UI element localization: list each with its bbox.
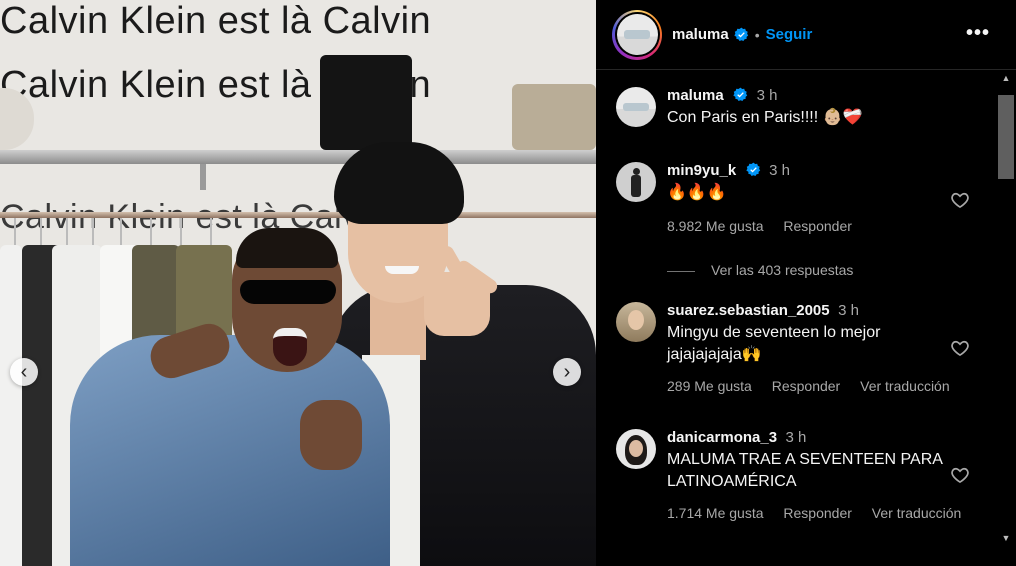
reply-button[interactable]: Responder	[783, 218, 852, 234]
heart-icon[interactable]	[950, 190, 970, 210]
hanger	[92, 218, 94, 248]
separator-dot: •	[754, 26, 760, 43]
open-mouth	[273, 328, 307, 366]
like-count[interactable]: 1.714 Me gusta	[667, 505, 764, 521]
hanger	[180, 218, 182, 248]
like-count[interactable]: 289 Me gusta	[667, 378, 752, 394]
person-smile	[385, 266, 419, 274]
avatar[interactable]	[616, 87, 656, 127]
comment-text: 🔥🔥🔥	[667, 184, 727, 201]
comment-username[interactable]: danicarmona_3	[667, 429, 777, 446]
comment-text: MALUMA TRAE A SEVENTEEN PARA LATINOAMÉRI…	[667, 451, 943, 490]
avatar[interactable]	[616, 302, 656, 342]
bag	[512, 84, 596, 150]
follow-button[interactable]: Seguir	[766, 26, 813, 43]
post-details-panel: maluma • Seguir ••• maluma 3 h Con Paris…	[596, 0, 1016, 566]
scroll-up-icon[interactable]: ▲	[996, 71, 1016, 85]
carousel-prev-button[interactable]: ‹	[10, 358, 38, 386]
comments-list[interactable]: maluma 3 h Con Paris en Paris!!!! 👶🏼❤️‍🩹…	[596, 71, 996, 547]
comment-time[interactable]: 3 h	[769, 162, 790, 179]
scroll-thumb[interactable]	[998, 95, 1014, 179]
comments-scrollbar[interactable]: ▲ ▼	[996, 71, 1016, 547]
hanger	[40, 218, 42, 248]
view-replies-button[interactable]: Ver las 403 respuestas	[667, 262, 853, 278]
avatar[interactable]	[616, 429, 656, 469]
hanger	[150, 218, 152, 248]
comment-time[interactable]: 3 h	[838, 302, 859, 319]
comment-time[interactable]: 3 h	[757, 87, 778, 104]
comment-username[interactable]: maluma	[667, 87, 724, 104]
person-hair	[334, 142, 464, 224]
chevron-left-icon: ‹	[20, 361, 28, 383]
hanger	[210, 218, 212, 248]
chevron-right-icon: ›	[563, 361, 571, 383]
caption-text: Con Paris en Paris!!!! 👶🏼❤️‍🩹	[667, 109, 863, 126]
reply-button[interactable]: Responder	[772, 378, 841, 394]
heart-icon[interactable]	[950, 338, 970, 358]
hanger	[66, 218, 68, 248]
post-photo[interactable]: Calvin Klein est là Calvin Calvin Klein …	[0, 0, 596, 566]
fist	[300, 400, 362, 470]
clothing-rail	[0, 212, 596, 218]
like-count[interactable]: 8.982 Me gusta	[667, 218, 764, 234]
more-options-icon[interactable]: •••	[966, 22, 990, 45]
verified-badge-icon	[733, 87, 748, 101]
avatar-image	[616, 14, 658, 55]
verified-badge-icon	[734, 27, 748, 41]
view-replies-label: Ver las 403 respuestas	[711, 262, 854, 278]
translate-button[interactable]: Ver traducción	[872, 505, 962, 521]
reply-button[interactable]: Responder	[783, 505, 852, 521]
comment-username[interactable]: min9yu_k	[667, 162, 736, 179]
avatar[interactable]	[612, 9, 662, 60]
comment-time[interactable]: 3 h	[786, 429, 807, 446]
clothing	[0, 245, 22, 566]
shelf	[0, 150, 596, 164]
shelf-bracket	[200, 164, 206, 190]
heart-icon[interactable]	[950, 465, 970, 485]
sunglasses	[240, 280, 336, 304]
avatar[interactable]	[616, 162, 656, 202]
verified-badge-icon	[745, 162, 760, 176]
scroll-down-icon[interactable]: ▼	[996, 531, 1016, 545]
translate-button[interactable]: Ver traducción	[860, 378, 950, 394]
wall-text: Calvin Klein est là Calvin	[0, 64, 432, 106]
person-hair	[236, 228, 338, 268]
carousel-next-button[interactable]: ›	[553, 358, 581, 386]
backpack	[320, 55, 412, 150]
author-username[interactable]: maluma	[672, 26, 729, 43]
comment-text: Mingyu de seventeen lo mejor jajajajajaj…	[667, 324, 881, 363]
comment-username[interactable]: suarez.sebastian_2005	[667, 302, 830, 319]
hanger	[14, 218, 16, 248]
hanger	[120, 218, 122, 248]
divider-line	[667, 270, 695, 272]
post-header: maluma • Seguir •••	[596, 0, 1016, 70]
wall-text: Calvin Klein est là Calvin	[0, 0, 432, 42]
